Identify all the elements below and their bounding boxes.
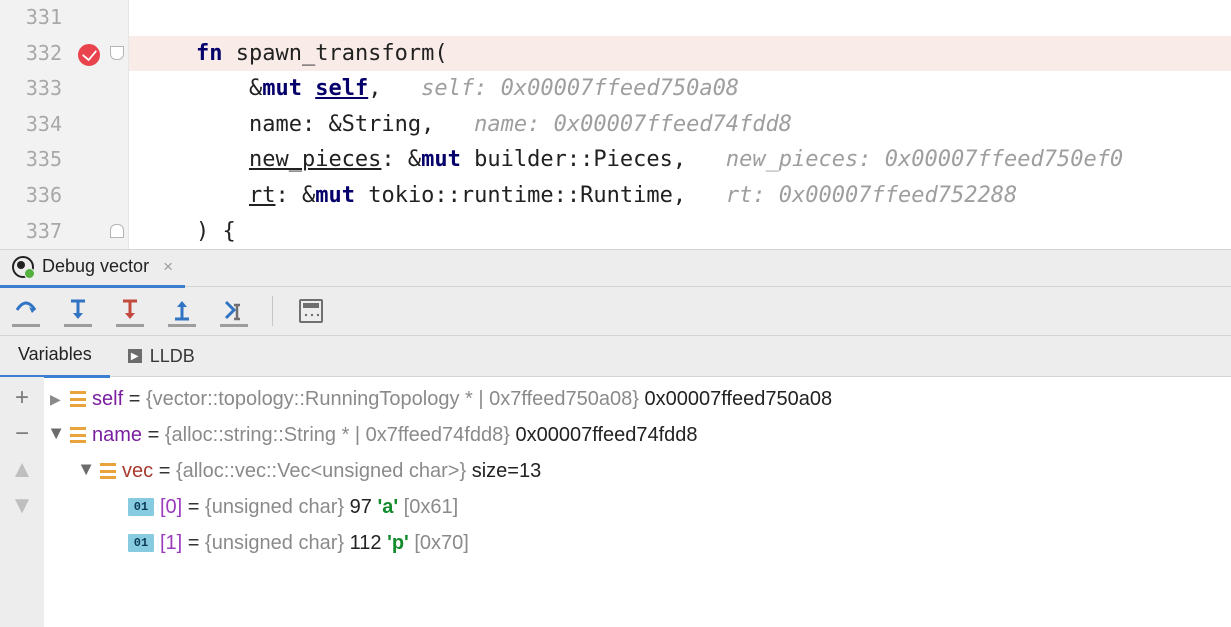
variable-value: 0x00007ffeed74fdd8 [515,424,697,446]
line-number: 332 [0,36,72,72]
rust-session-icon [12,256,34,278]
vec-hex: [0x61] [404,496,458,518]
primitive-icon: 01 [128,534,154,552]
code-line[interactable]: 336 rt: &mut tokio::runtime::Runtime, rt… [0,178,1231,214]
fold-handle-icon[interactable] [110,224,124,238]
variable-row-name[interactable]: ▶ name = {alloc::string::String * | 0x7f… [44,417,1231,453]
code-editor: 331332 fn spawn_transform(333 &mut self,… [0,0,1231,249]
tab-lldb[interactable]: ▶ LLDB [110,336,213,376]
move-up-button[interactable]: ▲ [4,453,40,487]
primitive-icon: 01 [128,498,154,516]
fold-gutter[interactable] [106,178,129,214]
tab-variables[interactable]: Variables [0,335,110,378]
breakpoint-gutter[interactable] [72,71,106,107]
breakpoint-gutter[interactable] [72,107,106,143]
vec-type: {unsigned char} [205,496,344,518]
debug-session-title: Debug vector [42,256,149,277]
fold-gutter[interactable] [106,142,129,178]
fold-gutter[interactable] [106,36,129,72]
evaluate-expression-button[interactable] [297,297,325,325]
vec-index: [1] [160,532,182,554]
breakpoint-gutter[interactable] [72,214,106,250]
vec-decimal: 112 [350,532,387,554]
variables-tree[interactable]: ▶ self = {vector::topology::RunningTopol… [44,377,1231,627]
variable-value: 0x00007ffeed750a08 [644,388,832,410]
chevron-right-icon: ▶ [128,349,142,363]
vec-char: 'p' [387,532,409,554]
code-text[interactable]: name: &String, name: 0x00007ffeed74fdd8 [129,107,1231,143]
step-over-button[interactable] [12,296,40,327]
fold-gutter[interactable] [106,0,129,36]
variable-row-vec[interactable]: ▶ vec = {alloc::vec::Vec<unsigned char>}… [44,453,1231,489]
variables-panel: + − ▲ ▼ ▶ self = {vector::topology::Runn… [0,376,1231,627]
struct-icon [100,462,116,480]
calculator-icon [299,299,323,323]
code-line[interactable]: 332 fn spawn_transform( [0,36,1231,72]
breakpoint-icon[interactable] [78,44,100,66]
vec-index: [0] [160,496,182,518]
variable-type: {alloc::string::String * | 0x7ffeed74fdd… [165,424,510,446]
variable-name: vec [122,460,153,482]
vec-char: 'a' [377,496,398,518]
code-line[interactable]: 333 &mut self, self: 0x00007ffeed750a08 [0,71,1231,107]
code-text[interactable]: rt: &mut tokio::runtime::Runtime, rt: 0x… [129,178,1231,214]
code-line[interactable]: 331 [0,0,1231,36]
run-to-cursor-button[interactable] [220,296,248,327]
code-text[interactable]: &mut self, self: 0x00007ffeed750a08 [129,71,1231,107]
debug-toolbar [0,286,1231,335]
toolbar-separator [272,296,273,326]
breakpoint-gutter[interactable] [72,0,106,36]
debug-session-tab[interactable]: Debug vector × [0,249,185,288]
expand-arrow-icon[interactable]: ▶ [49,428,66,442]
line-number: 331 [0,0,72,36]
step-out-button[interactable] [168,296,196,327]
code-line[interactable]: 335 new_pieces: &mut builder::Pieces, ne… [0,142,1231,178]
code-line[interactable]: 334 name: &String, name: 0x00007ffeed74f… [0,107,1231,143]
variable-name: self [92,388,123,410]
variable-size: size=13 [472,460,542,482]
struct-icon [70,426,86,444]
line-number: 337 [0,214,72,250]
tab-label: Variables [18,344,92,365]
debug-subtabs: Variables ▶ LLDB [0,335,1231,376]
expand-arrow-icon[interactable]: ▶ [50,391,64,408]
fold-handle-icon[interactable] [110,46,124,60]
breakpoint-gutter[interactable] [72,178,106,214]
line-number: 335 [0,142,72,178]
vec-element-row[interactable]: 01[1] = {unsigned char} 112 'p' [0x70] [44,525,1231,561]
expand-arrow-icon[interactable]: ▶ [79,464,96,478]
code-text[interactable]: new_pieces: &mut builder::Pieces, new_pi… [129,142,1231,178]
variable-type: {vector::topology::RunningTopology * | 0… [146,388,639,410]
code-text[interactable]: fn spawn_transform( [129,36,1231,72]
move-down-button[interactable]: ▼ [4,489,40,523]
code-text[interactable] [129,0,1231,36]
code-line[interactable]: 337 ) { [0,214,1231,250]
fold-gutter[interactable] [106,107,129,143]
close-icon[interactable]: × [163,257,173,277]
line-number: 334 [0,107,72,143]
variable-type: {alloc::vec::Vec<unsigned char>} [176,460,466,482]
variable-name: name [92,424,142,446]
remove-watch-button[interactable]: − [4,417,40,451]
breakpoint-gutter[interactable] [72,36,106,72]
vec-hex: [0x70] [414,532,468,554]
vec-element-row[interactable]: 01[0] = {unsigned char} 97 'a' [0x61] [44,489,1231,525]
vec-decimal: 97 [350,496,378,518]
variable-row-self[interactable]: ▶ self = {vector::topology::RunningTopol… [44,381,1231,417]
force-step-into-button[interactable] [116,296,144,327]
line-number: 336 [0,178,72,214]
line-number: 333 [0,71,72,107]
code-text[interactable]: ) { [129,214,1231,250]
step-into-button[interactable] [64,296,92,327]
tab-label: LLDB [150,346,195,367]
vec-type: {unsigned char} [205,532,344,554]
fold-gutter[interactable] [106,214,129,250]
struct-icon [70,390,86,408]
fold-gutter[interactable] [106,71,129,107]
add-watch-button[interactable]: + [4,381,40,415]
debug-session-bar: Debug vector × [0,249,1231,286]
variables-sidebar: + − ▲ ▼ [0,377,44,627]
breakpoint-gutter[interactable] [72,142,106,178]
